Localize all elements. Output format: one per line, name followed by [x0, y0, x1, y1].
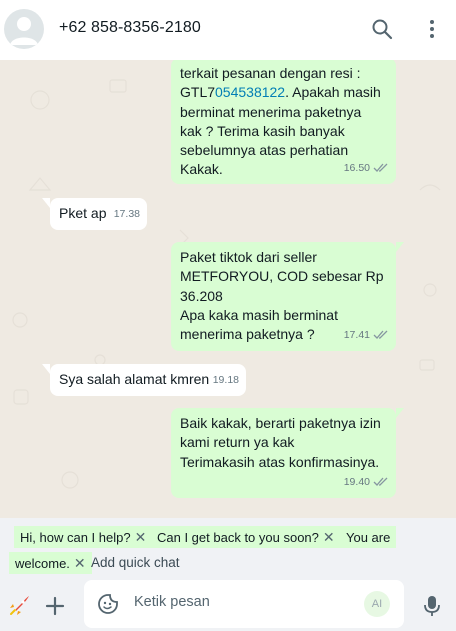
message-time: 17.41 — [343, 328, 370, 341]
tracking-number-link[interactable]: 054538122 — [215, 84, 285, 100]
more-vertical-icon[interactable] — [419, 16, 445, 42]
message-bubble-outgoing[interactable]: terkait pesanan dengan resi : GTL7054538… — [171, 60, 396, 184]
remove-chip-icon[interactable]: ✕ — [74, 556, 86, 570]
message-meta: 19.40 — [344, 473, 389, 492]
bubble-tail — [42, 198, 50, 208]
add-quick-chat-button[interactable]: Add quick chat — [91, 555, 180, 570]
message-list[interactable]: terkait pesanan dengan resi : GTL7054538… — [0, 60, 456, 518]
bubble-tail — [42, 364, 50, 374]
rocket-icon[interactable] — [7, 594, 31, 618]
plus-icon[interactable] — [43, 594, 67, 618]
quick-chat-bar: Hi, how can I help? ✕ Can I get back to … — [0, 518, 456, 580]
double-check-icon — [373, 477, 388, 487]
quick-chat-chip[interactable]: welcome. ✕ — [9, 552, 92, 574]
message-bubble-outgoing[interactable]: Paket tiktok dari seller METFORYOU, COD … — [171, 242, 396, 351]
bubble-tail — [396, 408, 404, 418]
sticker-icon[interactable] — [96, 592, 120, 616]
avatar[interactable] — [4, 9, 44, 49]
quick-chat-chip[interactable]: Hi, how can I help? ✕ — [14, 526, 153, 548]
message-time: 19.18 — [212, 373, 239, 386]
composer: Ketik pesan AI — [0, 580, 456, 631]
message-text: Sya salah alamat kmren — [59, 371, 210, 387]
message-meta: 16.50 — [344, 159, 389, 178]
message-input[interactable]: Ketik pesan AI — [84, 580, 404, 628]
message-bubble-incoming[interactable]: Pket ap 17.38 — [50, 198, 147, 230]
quick-chat-label: Hi, how can I help? — [20, 529, 131, 545]
contact-name[interactable]: +62 858-8356-2180 — [59, 19, 201, 37]
quick-chat-label: Can I get back to you soon? — [157, 529, 319, 545]
message-meta: 17.41 — [344, 326, 389, 345]
quick-chat-chip[interactable]: Can I get back to you soon? ✕ — [151, 526, 341, 548]
chat-header: +62 858-8356-2180 — [0, 0, 456, 60]
search-icon[interactable] — [369, 16, 395, 42]
message-bubble-outgoing[interactable]: Baik kakak, berarti paketnya izin kami r… — [171, 408, 396, 498]
message-text: Baik kakak, berarti paketnya izin kami r… — [180, 415, 381, 470]
double-check-icon — [373, 163, 388, 173]
message-time: 16.50 — [343, 161, 370, 174]
bubble-tail — [396, 242, 404, 252]
message-time: 19.40 — [343, 475, 370, 488]
message-bubble-incoming[interactable]: Sya salah alamat kmren 19.18 — [50, 364, 246, 396]
remove-chip-icon[interactable]: ✕ — [135, 530, 147, 544]
remove-chip-icon[interactable]: ✕ — [323, 530, 335, 544]
quick-chat-label: welcome. — [15, 555, 70, 571]
mic-icon[interactable] — [420, 594, 444, 618]
message-time: 17.38 — [113, 207, 140, 220]
quick-chat-chip[interactable]: You are — [340, 526, 397, 548]
ai-button[interactable]: AI — [364, 591, 390, 617]
quick-chat-label: You are — [346, 529, 391, 545]
double-check-icon — [373, 330, 388, 340]
message-input-placeholder: Ketik pesan — [134, 594, 210, 610]
